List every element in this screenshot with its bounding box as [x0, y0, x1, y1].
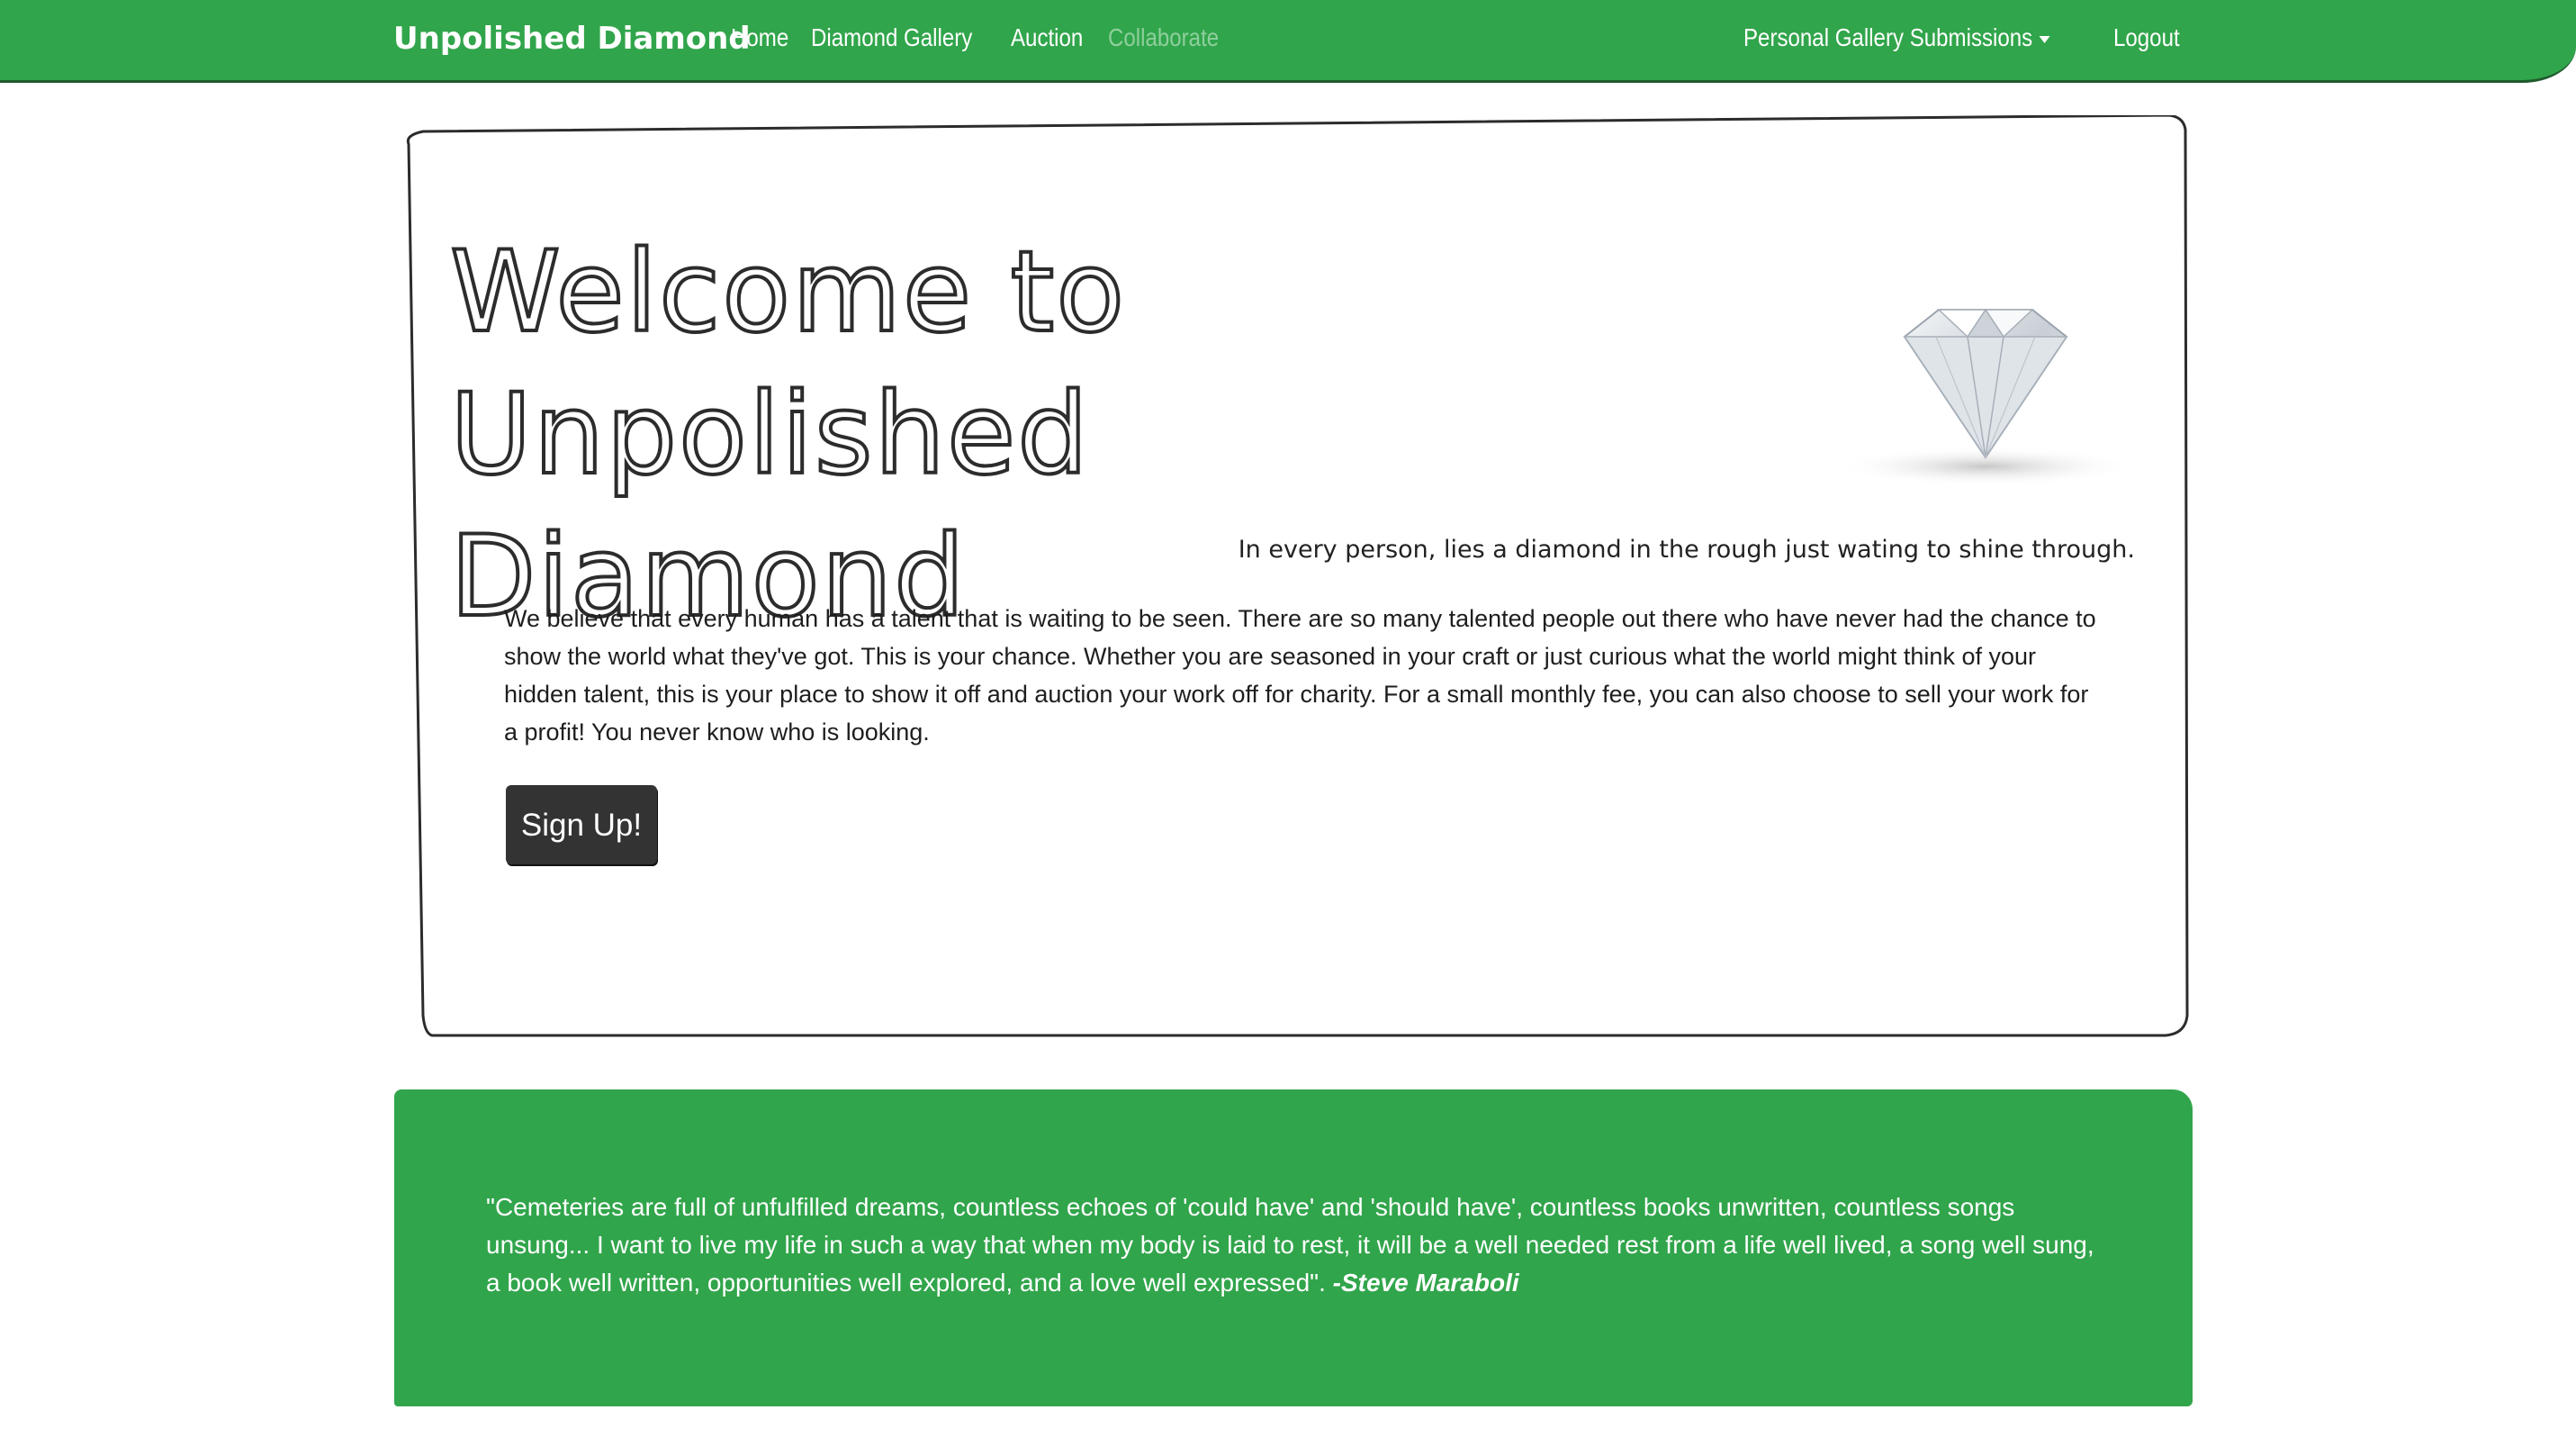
hero-lead-text: We believe that every human has a talent… — [504, 605, 2096, 746]
diamond-icon — [1834, 308, 2137, 486]
nav-diamond-gallery-link[interactable]: Diamond Gallery — [811, 20, 972, 56]
hero-card: Welcome to Unpolished Diamond In every pe… — [396, 115, 2191, 1037]
quote-author: -Steve Maraboli — [1332, 1269, 1519, 1297]
nav-home-link[interactable]: Home — [731, 20, 788, 56]
hero-title-line1: Welcome to Unpolished — [448, 226, 1127, 502]
caret-down-icon — [2038, 35, 2049, 43]
sign-up-button[interactable]: Sign Up! — [506, 785, 657, 864]
hero-title: Welcome to Unpolished Diamond — [448, 221, 1800, 648]
nav-collaborate-link[interactable]: Collaborate — [1108, 20, 1219, 56]
nav-auction-link[interactable]: Auction — [1011, 20, 1083, 56]
hero-tagline: In every person, lies a diamond in the r… — [1238, 536, 2135, 564]
brand-logo-link[interactable]: Unpolished Diamond — [393, 18, 751, 59]
dropdown-label: Personal Gallery Submissions — [1743, 23, 2033, 51]
nav-right: Personal Gallery Submissions Logout — [1743, 20, 2180, 56]
nav-links: Home Diamond Gallery Auction Collaborate — [731, 20, 1224, 56]
quote-block: "Cemeteries are full of unfulfilled drea… — [486, 1188, 2097, 1302]
quote-card: "Cemeteries are full of unfulfilled drea… — [394, 1089, 2193, 1406]
personal-gallery-submissions-dropdown[interactable]: Personal Gallery Submissions — [1743, 20, 2049, 56]
logout-link[interactable]: Logout — [2113, 20, 2180, 56]
navbar: Unpolished Diamond Home Diamond Gallery … — [0, 0, 2576, 83]
quote-text: "Cemeteries are full of unfulfilled drea… — [486, 1193, 2094, 1297]
